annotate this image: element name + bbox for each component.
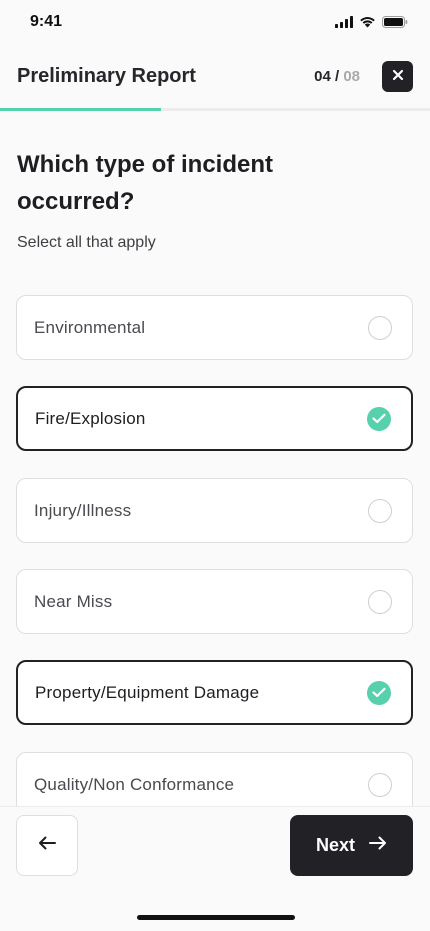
arrow-right-icon: [369, 836, 387, 855]
status-time: 9:41: [30, 13, 63, 30]
option-fire-explosion[interactable]: Fire/Explosion: [16, 386, 413, 451]
option-label: Quality/Non Conformance: [34, 774, 235, 794]
step-current: 04: [314, 68, 331, 85]
step-total: 08: [343, 68, 360, 85]
footer-divider: [0, 806, 430, 807]
unchecked-circle-icon: [368, 498, 392, 523]
back-button[interactable]: [16, 815, 78, 876]
status-icons: [335, 15, 408, 33]
option-label: Fire/Explosion: [35, 408, 146, 428]
battery-icon: [382, 15, 408, 33]
close-icon: [392, 68, 404, 86]
option-label: Environmental: [34, 317, 146, 337]
home-indicator: [137, 915, 295, 920]
wifi-icon: [359, 15, 376, 33]
question-title: Which type of incident occurred?: [17, 151, 273, 215]
options-list[interactable]: Environmental Fire/Explosion Injury/Illn…: [0, 282, 430, 806]
next-label: Next: [315, 835, 355, 855]
unchecked-circle-icon: [368, 315, 392, 340]
step-counter: 04 / 08: [314, 68, 360, 85]
option-quality-non-conformance[interactable]: Quality/Non Conformance: [16, 752, 413, 806]
question-subtitle: Select all that apply: [17, 234, 156, 251]
arrow-left-icon: [38, 836, 56, 855]
option-property-equipment-damage[interactable]: Property/Equipment Damage: [16, 660, 413, 725]
option-environmental[interactable]: Environmental: [16, 295, 413, 360]
option-near-miss[interactable]: Near Miss: [16, 569, 413, 634]
progress-fill: [0, 108, 162, 111]
next-button[interactable]: Next: [290, 815, 413, 876]
page-title: Preliminary Report: [17, 65, 196, 87]
header: Preliminary Report 04 / 08: [0, 44, 430, 108]
option-label: Injury/Illness: [34, 500, 132, 520]
option-injury-illness[interactable]: Injury/Illness: [16, 478, 413, 543]
status-bar: 9:41: [0, 0, 430, 44]
progress-bar: [0, 108, 430, 111]
option-label: Property/Equipment Damage: [35, 682, 260, 702]
close-button[interactable]: [382, 61, 413, 92]
cellular-signal-icon: [335, 15, 353, 33]
unchecked-circle-icon: [368, 772, 392, 797]
check-circle-icon: [367, 406, 391, 431]
check-circle-icon: [367, 680, 391, 705]
option-label: Near Miss: [34, 591, 113, 611]
unchecked-circle-icon: [368, 589, 392, 614]
step-separator: /: [334, 68, 340, 85]
